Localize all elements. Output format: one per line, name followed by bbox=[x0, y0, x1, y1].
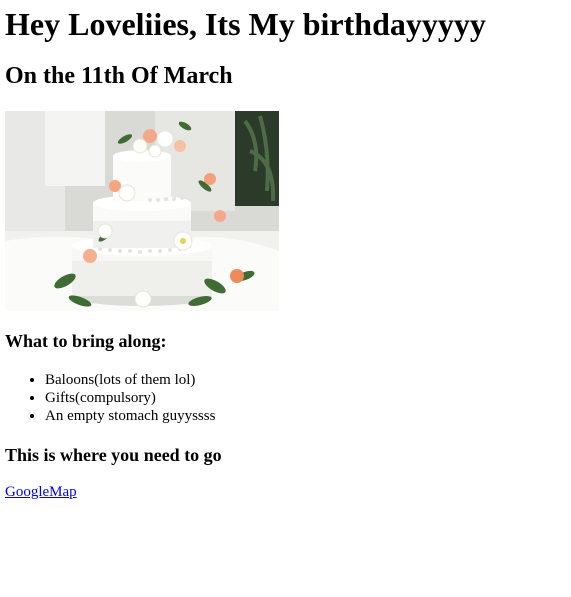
list-item: Baloons(lots of them lol) bbox=[45, 371, 215, 389]
bring-heading: What to bring along: bbox=[5, 331, 167, 351]
list-item: Gifts(compulsory) bbox=[45, 389, 215, 407]
page-title: Hey Loveliies, Its My birthdayyyyy bbox=[5, 6, 486, 42]
page-subtitle: On the 11th Of March bbox=[5, 63, 233, 89]
google-map-link[interactable]: GoogleMap bbox=[5, 484, 77, 501]
list-item: An empty stomach guyyssss bbox=[45, 407, 215, 425]
bring-list: Baloons(lots of them lol) Gifts(compulso… bbox=[5, 371, 215, 425]
location-heading: This is where you need to go bbox=[5, 445, 222, 465]
cake-image bbox=[5, 111, 279, 311]
